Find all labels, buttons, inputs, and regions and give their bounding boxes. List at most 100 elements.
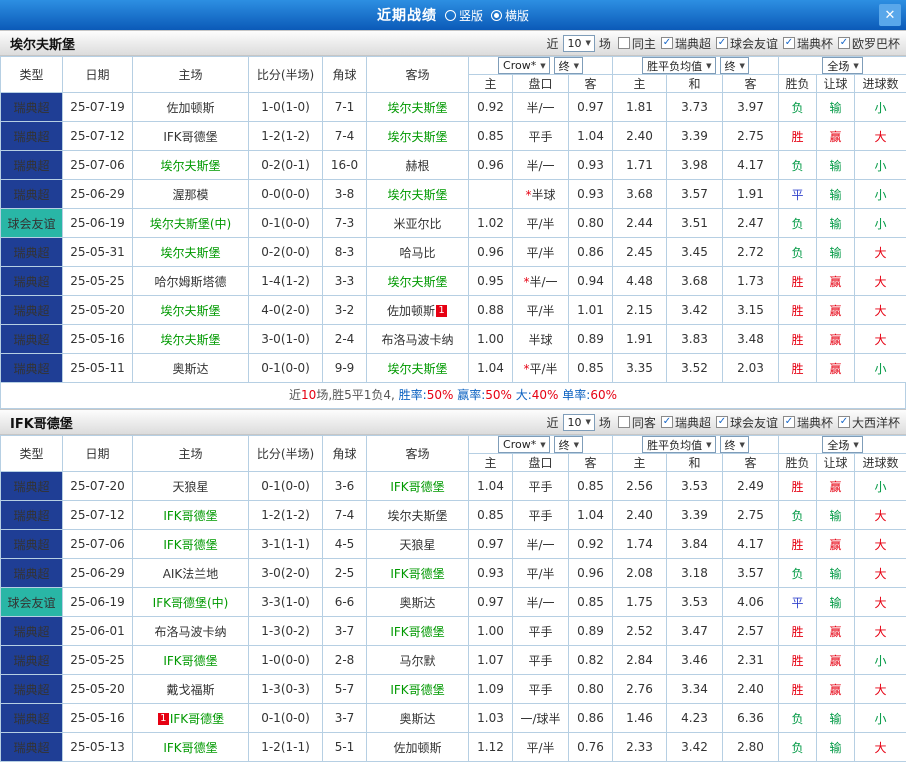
- away-team-cell[interactable]: 赫根: [367, 151, 469, 180]
- home-team-cell[interactable]: 渥那模: [133, 180, 249, 209]
- away-team-cell[interactable]: 埃尔夫斯堡: [367, 180, 469, 209]
- league-filter-0-checkbox[interactable]: ✓: [661, 37, 673, 49]
- home-team-cell[interactable]: 佐加顿斯: [133, 93, 249, 122]
- away-team-cell[interactable]: 埃尔夫斯堡: [367, 122, 469, 151]
- league-filter-0-checkbox[interactable]: ✓: [661, 416, 673, 428]
- bookmaker-dropdown[interactable]: Crow*▼: [498, 436, 550, 453]
- league-filter-0[interactable]: ✓瑞典超: [661, 35, 711, 52]
- league-filter-2[interactable]: ✓瑞典杯: [783, 414, 833, 431]
- results-table-0: 类型日期主场比分(半场)角球客场Crow*▼终▼胜平负均值▼终▼全场▼主盘口客主…: [0, 56, 906, 383]
- home-team-cell[interactable]: IFK哥德堡(中): [133, 588, 249, 617]
- home-team-cell[interactable]: 埃尔夫斯堡(中): [133, 209, 249, 238]
- home-team-cell[interactable]: 戴戈福斯: [133, 675, 249, 704]
- away-team-cell[interactable]: IFK哥德堡: [367, 675, 469, 704]
- away-team-cell[interactable]: 佐加顿斯1: [367, 296, 469, 325]
- home-team-cell[interactable]: 1IFK哥德堡: [133, 704, 249, 733]
- league-filter-2-checkbox[interactable]: ✓: [783, 416, 795, 428]
- league-type-cell[interactable]: 球会友谊: [1, 588, 63, 617]
- league-filter-3[interactable]: ✓大西洋杯: [838, 414, 900, 431]
- home-team-cell[interactable]: IFK哥德堡: [133, 733, 249, 762]
- league-type-cell[interactable]: 瑞典超: [1, 296, 63, 325]
- league-type-cell[interactable]: 球会友谊: [1, 209, 63, 238]
- match-count-dropdown[interactable]: 10▼: [563, 414, 595, 431]
- league-type-cell[interactable]: 瑞典超: [1, 675, 63, 704]
- wdl-average-dropdown[interactable]: 胜平负均值▼: [642, 57, 715, 74]
- league-filter-1[interactable]: ✓球会友谊: [716, 414, 778, 431]
- away-team-cell[interactable]: 奥斯达: [367, 704, 469, 733]
- league-type-cell[interactable]: 瑞典超: [1, 93, 63, 122]
- away-team-cell[interactable]: 奥斯达: [367, 588, 469, 617]
- final-wdl-dropdown[interactable]: 终▼: [720, 436, 749, 453]
- same-venue-filter-checkbox[interactable]: [618, 416, 630, 428]
- home-team-cell[interactable]: IFK哥德堡: [133, 530, 249, 559]
- league-type-cell[interactable]: 瑞典超: [1, 325, 63, 354]
- same-venue-filter[interactable]: 同客: [618, 414, 656, 431]
- home-team-cell[interactable]: 布洛马波卡纳: [133, 617, 249, 646]
- away-team-cell[interactable]: 埃尔夫斯堡: [367, 93, 469, 122]
- final-odds-dropdown[interactable]: 终▼: [554, 57, 583, 74]
- league-type-cell[interactable]: 瑞典超: [1, 617, 63, 646]
- league-type-cell[interactable]: 瑞典超: [1, 122, 63, 151]
- league-type-cell[interactable]: 瑞典超: [1, 472, 63, 501]
- away-team-cell[interactable]: 埃尔夫斯堡: [367, 267, 469, 296]
- europe-home-odds: 2.84: [613, 646, 667, 675]
- league-type-cell[interactable]: 瑞典超: [1, 501, 63, 530]
- away-team-cell[interactable]: 布洛马波卡纳: [367, 325, 469, 354]
- league-type-cell[interactable]: 瑞典超: [1, 151, 63, 180]
- away-team-cell[interactable]: 埃尔夫斯堡: [367, 354, 469, 383]
- home-team-cell[interactable]: 埃尔夫斯堡: [133, 296, 249, 325]
- league-type-cell[interactable]: 瑞典超: [1, 180, 63, 209]
- league-type-cell[interactable]: 瑞典超: [1, 704, 63, 733]
- home-team-cell[interactable]: 奥斯达: [133, 354, 249, 383]
- match-count-dropdown[interactable]: 10▼: [563, 35, 595, 52]
- close-icon[interactable]: ✕: [879, 4, 901, 26]
- home-team-cell[interactable]: 埃尔夫斯堡: [133, 151, 249, 180]
- league-type-cell[interactable]: 瑞典超: [1, 267, 63, 296]
- home-team-cell[interactable]: IFK哥德堡: [133, 646, 249, 675]
- layout-radio-vertical[interactable]: 竖版: [445, 7, 483, 24]
- league-filter-1-checkbox[interactable]: ✓: [716, 37, 728, 49]
- home-team-cell[interactable]: 天狼星: [133, 472, 249, 501]
- league-type-cell[interactable]: 瑞典超: [1, 646, 63, 675]
- away-team-cell[interactable]: IFK哥德堡: [367, 559, 469, 588]
- same-venue-filter-checkbox[interactable]: [618, 37, 630, 49]
- league-filter-3-checkbox[interactable]: ✓: [838, 37, 850, 49]
- league-filter-2[interactable]: ✓瑞典杯: [783, 35, 833, 52]
- away-team-cell[interactable]: 马尔默: [367, 646, 469, 675]
- league-type-cell[interactable]: 瑞典超: [1, 238, 63, 267]
- full-match-dropdown[interactable]: 全场▼: [822, 57, 862, 74]
- league-type-cell[interactable]: 瑞典超: [1, 559, 63, 588]
- home-team-cell[interactable]: 埃尔夫斯堡: [133, 325, 249, 354]
- league-filter-0[interactable]: ✓瑞典超: [661, 414, 711, 431]
- chevron-down-icon: ▼: [574, 441, 579, 449]
- home-team-cell[interactable]: 埃尔夫斯堡: [133, 238, 249, 267]
- layout-radio-horizontal[interactable]: 横版: [491, 7, 529, 24]
- away-team-cell[interactable]: 埃尔夫斯堡: [367, 501, 469, 530]
- final-odds-dropdown[interactable]: 终▼: [554, 436, 583, 453]
- away-team-cell[interactable]: 天狼星: [367, 530, 469, 559]
- league-filter-2-checkbox[interactable]: ✓: [783, 37, 795, 49]
- home-team-cell[interactable]: IFK哥德堡: [133, 501, 249, 530]
- score-cell: 1-3(0-3): [249, 675, 323, 704]
- home-team-cell[interactable]: IFK哥德堡: [133, 122, 249, 151]
- away-team-cell[interactable]: IFK哥德堡: [367, 472, 469, 501]
- away-team-cell[interactable]: 哈马比: [367, 238, 469, 267]
- same-venue-filter[interactable]: 同主: [618, 35, 656, 52]
- league-type-cell[interactable]: 瑞典超: [1, 530, 63, 559]
- home-team-cell[interactable]: AIK法兰地: [133, 559, 249, 588]
- league-filter-1[interactable]: ✓球会友谊: [716, 35, 778, 52]
- full-match-dropdown[interactable]: 全场▼: [822, 436, 862, 453]
- league-filter-1-checkbox[interactable]: ✓: [716, 416, 728, 428]
- final-wdl-dropdown[interactable]: 终▼: [720, 57, 749, 74]
- league-type-cell[interactable]: 瑞典超: [1, 354, 63, 383]
- home-team-cell[interactable]: 哈尔姆斯塔德: [133, 267, 249, 296]
- away-team-cell[interactable]: 佐加顿斯: [367, 733, 469, 762]
- away-team-cell[interactable]: 米亚尔比: [367, 209, 469, 238]
- wdl-average-dropdown[interactable]: 胜平负均值▼: [642, 436, 715, 453]
- away-team-cell[interactable]: IFK哥德堡: [367, 617, 469, 646]
- europe-draw-odds: 3.46: [667, 646, 723, 675]
- bookmaker-dropdown[interactable]: Crow*▼: [498, 57, 550, 74]
- league-filter-3-checkbox[interactable]: ✓: [838, 416, 850, 428]
- league-type-cell[interactable]: 瑞典超: [1, 733, 63, 762]
- league-filter-3[interactable]: ✓欧罗巴杯: [838, 35, 900, 52]
